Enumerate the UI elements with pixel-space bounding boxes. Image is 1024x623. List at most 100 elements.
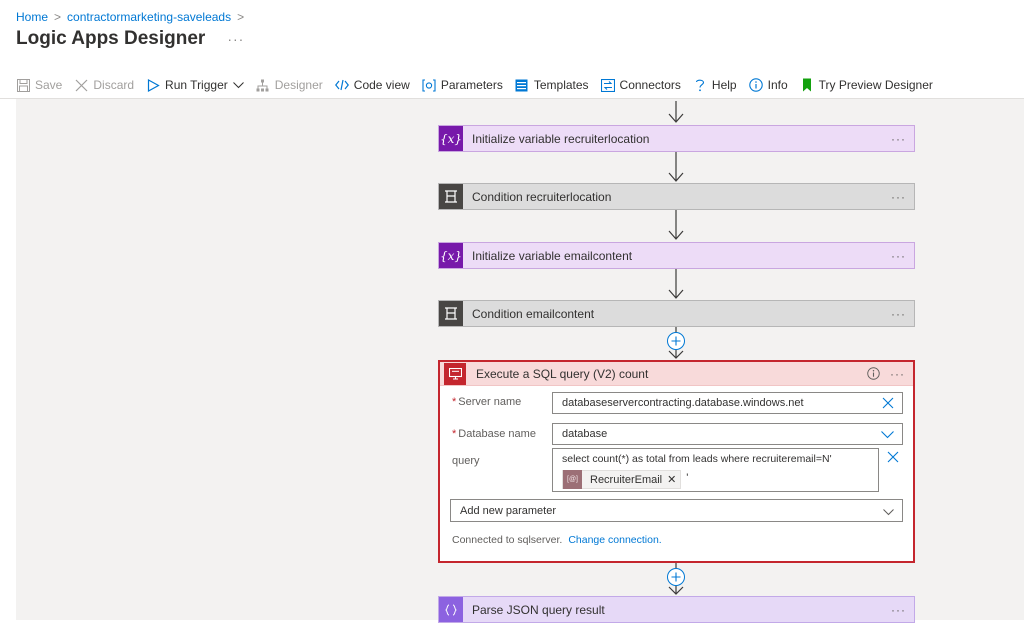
- flow-arrow: [668, 210, 684, 240]
- run-trigger-button[interactable]: Run Trigger: [146, 78, 244, 92]
- plus-icon: [671, 572, 681, 582]
- breadcrumb-resource-link[interactable]: contractormarketing-saveleads: [67, 10, 231, 24]
- designer-label: Designer: [274, 78, 323, 92]
- help-icon: [693, 78, 707, 92]
- insert-step-button[interactable]: [667, 568, 685, 586]
- designer-icon: [256, 78, 270, 92]
- clear-query-icon[interactable]: [887, 450, 899, 468]
- flow-arrow: [668, 101, 684, 123]
- clear-icon[interactable]: [882, 397, 894, 412]
- query-text: select count(*) as total from leads wher…: [562, 453, 832, 465]
- connectors-label: Connectors: [619, 78, 681, 92]
- templates-label: Templates: [533, 78, 589, 92]
- condition-icon: [439, 301, 463, 326]
- step-condition-recruiterlocation[interactable]: Condition recruiterlocation ···: [438, 183, 915, 210]
- recruiter-email-token[interactable]: [@] RecruiterEmail ✕: [562, 470, 682, 489]
- variable-token-icon: [@]: [563, 470, 582, 489]
- try-preview-label: Try Preview Designer: [818, 78, 933, 92]
- step-title: Condition recruiterlocation: [472, 189, 612, 204]
- connection-info: Connected to sqlserver. Change connectio…: [452, 534, 662, 546]
- connectors-button[interactable]: Connectors: [600, 78, 681, 92]
- add-new-parameter-dropdown[interactable]: Add new parameter: [450, 499, 903, 522]
- token-label: RecruiterEmail: [590, 473, 663, 486]
- step-more-button[interactable]: ···: [890, 367, 905, 381]
- step-title: Initialize variable recruiterlocation: [472, 131, 650, 146]
- variable-icon: {x}: [439, 126, 463, 151]
- try-preview-designer-button[interactable]: Try Preview Designer: [800, 78, 933, 92]
- code-view-button[interactable]: Code view: [334, 78, 410, 92]
- parameters-icon: [422, 78, 436, 92]
- breadcrumb-separator: >: [237, 10, 245, 24]
- breadcrumb-home-link[interactable]: Home: [16, 10, 48, 24]
- templates-icon: [515, 78, 529, 92]
- save-button[interactable]: Save: [16, 78, 62, 92]
- insert-step-button[interactable]: [667, 332, 685, 350]
- required-marker: *: [452, 428, 457, 440]
- sql-step-header[interactable]: Execute a SQL query (V2) count ···: [440, 362, 913, 386]
- page-title: Logic Apps Designer: [16, 28, 206, 49]
- step-execute-sql-query[interactable]: Execute a SQL query (V2) count ··· * Ser…: [438, 360, 915, 563]
- change-connection-link[interactable]: Change connection.: [568, 534, 661, 546]
- required-marker: *: [452, 396, 457, 408]
- connected-text: Connected to sqlserver.: [452, 534, 563, 546]
- step-title: Execute a SQL query (V2) count: [476, 366, 649, 381]
- step-more-button[interactable]: ···: [891, 307, 906, 321]
- breadcrumb: Home > contractormarketing-saveleads >: [16, 10, 244, 24]
- help-label: Help: [711, 78, 737, 92]
- server-name-field[interactable]: databaseservercontracting.database.windo…: [552, 392, 903, 414]
- step-title: Condition emailcontent: [472, 306, 595, 321]
- code-icon: [334, 78, 349, 92]
- designer-button[interactable]: Designer: [256, 78, 323, 92]
- step-more-button[interactable]: ···: [891, 132, 906, 146]
- parameters-label: Parameters: [440, 78, 503, 92]
- info-button[interactable]: Info: [748, 78, 788, 92]
- step-parse-json-query-result[interactable]: Parse JSON query result ···: [438, 596, 915, 623]
- designer-canvas[interactable]: {x} Initialize variable recruiterlocatio…: [16, 99, 1024, 623]
- step-title: Initialize variable emailcontent: [472, 248, 633, 263]
- run-trigger-label: Run Trigger: [165, 78, 228, 92]
- page-title-row: Logic Apps Designer ···: [16, 28, 244, 50]
- save-label: Save: [35, 78, 63, 92]
- plus-icon: [671, 336, 681, 346]
- bookmark-icon: [800, 78, 814, 92]
- connectors-icon: [600, 78, 615, 92]
- page-more-button[interactable]: ···: [227, 31, 244, 47]
- chevron-down-icon: [883, 507, 894, 519]
- step-initialize-variable-recruiterlocation[interactable]: {x} Initialize variable recruiterlocatio…: [438, 125, 915, 152]
- chevron-down-icon: [232, 78, 244, 92]
- step-more-button[interactable]: ···: [891, 603, 906, 617]
- add-parameter-placeholder: Add new parameter: [460, 504, 556, 517]
- designer-toolbar: Save Discard Run Trigger Designer Code v…: [16, 76, 945, 94]
- remove-token-icon[interactable]: ✕: [667, 473, 676, 486]
- discard-label: Discard: [93, 78, 135, 92]
- query-field[interactable]: select count(*) as total from leads wher…: [552, 448, 879, 492]
- step-initialize-variable-emailcontent[interactable]: {x} Initialize variable emailcontent ···: [438, 242, 915, 269]
- templates-button[interactable]: Templates: [515, 78, 589, 92]
- step-more-button[interactable]: ···: [891, 249, 906, 263]
- code-view-label: Code view: [353, 78, 410, 92]
- info-icon[interactable]: [867, 367, 880, 380]
- flow-arrow: [668, 152, 684, 182]
- info-label: Info: [767, 78, 788, 92]
- variable-icon: {x}: [439, 243, 463, 268]
- info-icon: [748, 78, 763, 92]
- server-name-value: databaseservercontracting.database.windo…: [562, 397, 804, 409]
- breadcrumb-separator: >: [54, 10, 62, 24]
- step-more-button[interactable]: ···: [891, 190, 906, 204]
- step-condition-emailcontent[interactable]: Condition emailcontent ···: [438, 300, 915, 327]
- flow-arrow: [668, 269, 684, 299]
- database-name-value: database: [562, 428, 608, 440]
- discard-icon: [74, 78, 88, 92]
- run-icon: [146, 78, 160, 92]
- database-name-dropdown[interactable]: database: [552, 423, 903, 445]
- discard-button[interactable]: Discard: [74, 78, 134, 92]
- parameters-button[interactable]: Parameters: [422, 78, 503, 92]
- query-label: query: [452, 455, 480, 467]
- condition-icon: [439, 184, 463, 209]
- chevron-down-icon: [881, 430, 894, 442]
- server-name-label: * Server name: [452, 396, 522, 408]
- parse-json-icon: [439, 597, 463, 622]
- help-button[interactable]: Help: [693, 78, 737, 92]
- step-title: Parse JSON query result: [472, 602, 605, 617]
- sql-server-icon: [444, 362, 466, 385]
